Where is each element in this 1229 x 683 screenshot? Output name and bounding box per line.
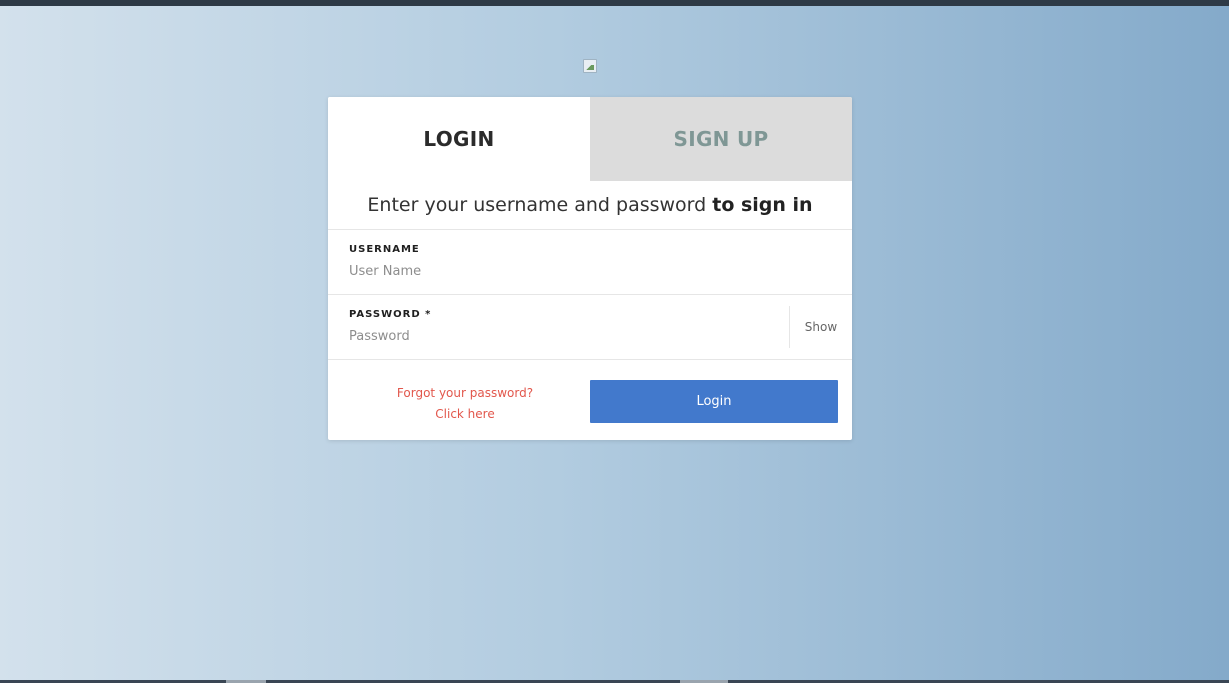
login-instructions: Enter your username and password to sign…: [328, 181, 852, 230]
password-input[interactable]: [349, 329, 749, 344]
forgot-password-line1: Forgot your password?: [396, 386, 534, 400]
username-field-group: USERNAME: [328, 230, 852, 295]
instructions-text: Enter your username and password: [367, 194, 707, 216]
login-button[interactable]: Login: [590, 380, 838, 423]
window-top-bar: [0, 0, 1229, 6]
password-label: PASSWORD *: [349, 309, 432, 320]
auth-tabs: LOGIN SIGN UP: [328, 97, 852, 181]
show-password-button[interactable]: Show: [789, 306, 852, 348]
tab-login[interactable]: LOGIN: [328, 97, 590, 181]
username-label: USERNAME: [349, 244, 420, 255]
tab-signup[interactable]: SIGN UP: [590, 97, 852, 181]
username-input[interactable]: [349, 264, 769, 279]
login-card: LOGIN SIGN UP Enter your username and pa…: [328, 97, 852, 440]
login-actions: Forgot your password? Click here Login: [328, 360, 852, 439]
forgot-password-link[interactable]: Forgot your password? Click here: [386, 383, 544, 425]
instructions-bold-text: to sign in: [712, 194, 813, 216]
forgot-password-line2: Click here: [435, 407, 495, 421]
broken-image-icon: [583, 59, 597, 73]
password-field-group: PASSWORD * Show: [328, 295, 852, 360]
